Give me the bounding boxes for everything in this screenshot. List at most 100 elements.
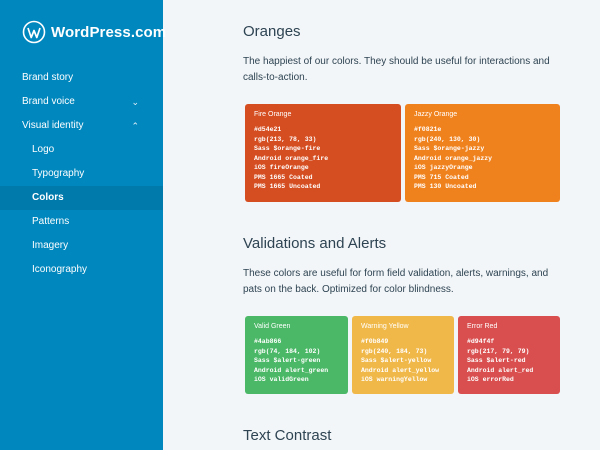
swatch-value-text: rgb(74, 184, 102) — [254, 347, 321, 355]
swatch-value-line: iOS jazzyOrange — [414, 163, 551, 173]
swatch-value-line: Sass $orange-jazzy — [414, 144, 551, 154]
swatch-value-text: #f0b849 — [361, 338, 389, 345]
swatch-value-text: 1665 Uncoated — [269, 183, 321, 190]
sidebar-nav: Brand story Brand voice ⌄ Visual identit… — [0, 66, 163, 282]
swatch-name: Warning Yellow — [361, 323, 409, 330]
swatch-value-line: #f0821e — [414, 125, 551, 135]
swatch-value-key: iOS — [361, 376, 377, 383]
swatch-value-line: iOS warningYellow — [361, 375, 445, 385]
swatch-value-key: Android — [254, 366, 286, 374]
sidebar-item-label: Typography — [32, 168, 85, 179]
swatch-value-line: Android orange_jazzy — [414, 154, 551, 164]
swatch-value-line: rgb(217, 79, 79) — [467, 347, 551, 357]
swatch-value-text: #d94f4f — [467, 338, 495, 345]
sidebar-item-logo[interactable]: Logo — [0, 138, 163, 162]
sidebar-item-brand-story[interactable]: Brand story — [0, 66, 163, 90]
swatch-name: Jazzy Orange — [414, 111, 458, 118]
swatch-value-line: Sass $alert-green — [254, 356, 339, 366]
swatch-value-text: jazzyOrange — [429, 164, 473, 171]
brand-name: WordPress.com — [51, 23, 167, 41]
swatch-value-text: rgb(213, 78, 33) — [254, 135, 317, 143]
chevron-up-icon: ⌃ — [131, 121, 139, 131]
swatch-value-line: PMS 1665 Coated — [254, 173, 392, 183]
swatch-value-key: PMS — [254, 173, 270, 181]
swatch-value-text: #f0821e — [414, 126, 442, 133]
swatch-value-line: Android orange_fire — [254, 154, 392, 164]
swatch-value-text: rgb(240, 184, 73) — [361, 347, 428, 355]
sidebar-item-label: Brand story — [22, 72, 74, 83]
swatch-value-line: #f0b849 — [361, 337, 445, 347]
sidebar-item-visual-identity[interactable]: Visual identity ⌃ — [0, 114, 163, 138]
swatch-value-text: alert_red — [498, 366, 534, 374]
swatch-value-key: Sass — [414, 145, 434, 152]
swatch-value-text: warningYellow — [376, 376, 428, 383]
swatch-value-line: Android alert_yellow — [361, 366, 445, 376]
swatch-value-key: Android — [361, 366, 393, 374]
sidebar-item-label: Imagery — [32, 240, 69, 251]
sidebar-item-label: Patterns — [32, 216, 70, 227]
swatch-value-text: $alert-yellow — [380, 357, 432, 364]
sidebar-item-label: Colors — [32, 192, 64, 203]
swatch-value-line: rgb(74, 184, 102) — [254, 347, 339, 357]
sidebar-item-label: Logo — [32, 144, 55, 155]
swatch-value-text: 130 Uncoated — [429, 183, 477, 190]
swatch-value-key: Android — [254, 154, 286, 162]
color-swatch-error-red: Error Red #d94f4f rgb(217, 79, 79) Sass $al… — [458, 316, 560, 394]
swatch-name: Error Red — [467, 323, 498, 330]
swatch-value-line: Sass $orange-fire — [254, 144, 392, 154]
swatch-name: Valid Green — [254, 323, 291, 330]
sidebar-item-brand-voice[interactable]: Brand voice ⌄ — [0, 90, 163, 114]
swatch-value-text: $orange-fire — [273, 145, 321, 152]
swatch-value-text: alert_yellow — [392, 366, 440, 374]
swatch-value-line: PMS 1665 Uncoated — [254, 182, 392, 192]
sidebar-item-label: Visual identity — [22, 120, 84, 131]
sidebar-item-patterns[interactable]: Patterns — [0, 210, 163, 234]
swatch-value-text: errorRed — [482, 376, 514, 383]
color-swatch-jazzy-orange: Jazzy Orange #f0821e rgb(240, 130, 30) Sass… — [405, 104, 560, 202]
color-swatch-fire-orange: Fire Orange #d54e21 rgb(213, 78, 33) Sass $… — [245, 104, 401, 202]
color-swatch-warning-yellow: Warning Yellow #f0b849 rgb(240, 184, 73) Sa… — [352, 316, 454, 394]
swatch-value-line: #4ab866 — [254, 337, 339, 347]
swatch-value-line: PMS 715 Coated — [414, 173, 551, 183]
swatch-value-key: Android — [414, 154, 446, 162]
swatch-value-text: 715 Coated — [429, 173, 469, 181]
swatch-value-line: #d94f4f — [467, 337, 551, 347]
chevron-down-icon: ⌄ — [131, 97, 139, 107]
swatch-value-text: $alert-red — [486, 357, 526, 364]
swatch-value-line: PMS 130 Uncoated — [414, 182, 551, 192]
wordpress-logo-icon — [22, 20, 46, 44]
swatch-value-key: PMS — [414, 173, 430, 181]
swatch-name: Fire Orange — [254, 111, 292, 118]
sidebar-item-imagery[interactable]: Imagery — [0, 234, 163, 258]
sidebar-item-colors[interactable]: Colors — [0, 186, 163, 210]
swatch-value-key: iOS — [254, 164, 270, 171]
swatch-value-key: iOS — [254, 376, 270, 383]
brand-logo[interactable]: WordPress.com — [22, 20, 166, 44]
swatch-value-text: fireOrange — [269, 164, 309, 171]
swatch-value-line: rgb(240, 184, 73) — [361, 347, 445, 357]
swatch-value-line: Sass $alert-yellow — [361, 356, 445, 366]
swatch-value-text: rgb(217, 79, 79) — [467, 347, 530, 355]
swatch-value-text: orange_jazzy — [445, 154, 493, 162]
sidebar-item-label: Iconography — [32, 264, 88, 275]
swatch-value-key: Sass — [254, 145, 274, 152]
swatch-value-text: validGreen — [269, 376, 309, 383]
sidebar-item-iconography[interactable]: Iconography — [0, 258, 163, 282]
swatch-value-line: iOS fireOrange — [254, 163, 392, 173]
sidebar-item-typography[interactable]: Typography — [0, 162, 163, 186]
swatch-value-key: Sass — [254, 357, 274, 364]
swatch-value-text: $orange-jazzy — [433, 145, 485, 152]
color-swatch-valid-green: Valid Green #4ab866 rgb(74, 184, 102) Sass … — [245, 316, 348, 394]
swatch-value-line: iOS errorRed — [467, 375, 551, 385]
swatch-value-key: iOS — [414, 164, 430, 171]
swatch-value-key: PMS — [254, 183, 270, 190]
swatch-value-text: #4ab866 — [254, 338, 282, 345]
swatch-value-key: Sass — [361, 357, 381, 364]
swatch-value-text: rgb(240, 130, 30) — [414, 135, 481, 143]
section-title-text-contrast: Text Contrast — [243, 427, 332, 444]
swatch-value-line: iOS validGreen — [254, 375, 339, 385]
sidebar: WordPress.com Brand story Brand voice ⌄ … — [0, 0, 166, 450]
swatch-value-text: orange_fire — [285, 154, 329, 162]
swatch-value-line: rgb(240, 130, 30) — [414, 135, 551, 145]
swatch-value-text: #d54e21 — [254, 126, 282, 133]
